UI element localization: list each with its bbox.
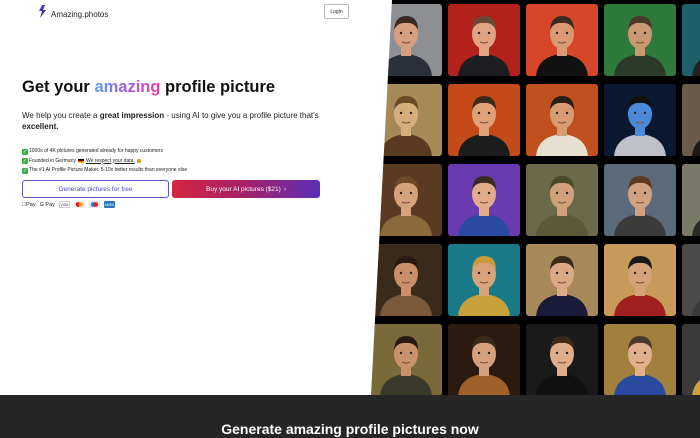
portrait-tile <box>682 324 700 395</box>
logo-icon <box>38 5 47 23</box>
portrait-image <box>682 324 700 395</box>
subline-bold-1: great impression <box>99 111 165 120</box>
portrait-tile <box>526 324 598 395</box>
portrait-tile <box>604 244 676 316</box>
portrait-image <box>682 4 700 76</box>
brand-name: Amazing.photos <box>51 9 109 19</box>
google-pay-icon: G Pay <box>35 201 55 208</box>
chevron-right-icon: › <box>283 185 286 193</box>
portrait-tile <box>682 164 700 236</box>
check-icon: ✓ <box>22 148 28 155</box>
portrait-image <box>604 324 676 395</box>
portrait-image <box>448 164 520 236</box>
portrait-image <box>448 244 520 316</box>
portrait-tile <box>604 164 676 236</box>
feature-item: ✓ 1000s of 4K pictures generated already… <box>22 147 187 157</box>
subline-text-2: - using AI to give you a profile picture… <box>164 111 319 120</box>
portrait-tile <box>526 164 598 236</box>
portrait-image <box>604 244 676 316</box>
portrait-image <box>526 84 598 156</box>
feature-item: ✓ The #1 AI Profile Picture Maker. 5-10x… <box>22 166 187 176</box>
portrait-image <box>370 324 442 395</box>
portrait-gallery <box>360 0 700 395</box>
portrait-image <box>604 84 676 156</box>
portrait-tile <box>370 324 442 395</box>
feature-text: Founded in Germany <box>29 157 76 164</box>
portrait-tile <box>526 4 598 76</box>
payment-methods: Pay G Pay VISA AMEX <box>22 201 115 208</box>
check-icon: ✓ <box>22 158 28 165</box>
lock-icon <box>136 159 141 164</box>
check-icon: ✓ <box>22 167 28 174</box>
mastercard-icon <box>73 201 85 208</box>
portrait-tile <box>448 164 520 236</box>
subline-text-1: We help you create a <box>22 111 100 120</box>
portrait-tile <box>526 244 598 316</box>
headline-highlight: amazing <box>94 78 161 96</box>
portrait-tile <box>682 4 700 76</box>
portrait-tile <box>448 244 520 316</box>
portrait-image <box>682 244 700 316</box>
headline-part-1: Get your <box>22 78 95 96</box>
feature-text: 1000s of 4K pictures generated already f… <box>29 148 163 154</box>
feature-list: ✓ 1000s of 4K pictures generated already… <box>22 147 187 176</box>
page-title: Get your amazing profile picture <box>22 78 275 97</box>
buy-pictures-button[interactable]: Buy your AI pictures ($21) › <box>172 180 320 198</box>
portrait-tile <box>604 324 676 395</box>
portrait-tile <box>604 84 676 156</box>
portrait-tile <box>682 84 700 156</box>
feature-text: The #1 AI Profile Picture Maker. 5-10x b… <box>29 167 188 173</box>
portrait-image <box>526 4 598 76</box>
generate-free-button[interactable]: Generate pictures for free <box>22 180 169 198</box>
portrait-image <box>682 84 700 156</box>
portrait-image <box>526 164 598 236</box>
portrait-tile <box>370 244 442 316</box>
portrait-grid <box>370 4 700 395</box>
portrait-image <box>526 324 598 395</box>
headline-part-2: profile picture <box>160 78 276 96</box>
portrait-image <box>370 244 442 316</box>
portrait-image <box>448 84 520 156</box>
login-button[interactable]: Login <box>324 4 349 19</box>
portrait-tile <box>682 244 700 316</box>
portrait-image <box>448 4 520 76</box>
brand[interactable]: Amazing.photos <box>38 5 108 23</box>
section-title: Generate amazing profile pictures now <box>221 421 479 437</box>
portrait-image <box>604 4 676 76</box>
portrait-tile <box>526 84 598 156</box>
portrait-tile <box>448 84 520 156</box>
portrait-tile <box>604 4 676 76</box>
subline-bold-2: excellent. <box>22 122 59 131</box>
visa-icon: VISA <box>58 201 70 208</box>
portrait-image <box>526 244 598 316</box>
hero-subline: We help you create a great impression - … <box>22 110 322 132</box>
portrait-tile <box>448 324 520 395</box>
buy-button-label: Buy your AI pictures ($21) <box>206 185 281 193</box>
maestro-icon <box>88 201 100 208</box>
germany-flag-icon <box>77 159 84 164</box>
apple-pay-icon: Pay <box>22 201 36 208</box>
hero-panel: Amazing.photos Login Get your amazing pr… <box>0 0 392 395</box>
feature-item: ✓ Founded in Germany We respect your dat… <box>22 157 187 167</box>
portrait-tile <box>448 4 520 76</box>
data-privacy-link[interactable]: We respect your data. <box>86 157 135 167</box>
portrait-image <box>604 164 676 236</box>
portrait-image <box>682 164 700 236</box>
amex-icon: AMEX <box>103 201 115 208</box>
portrait-image <box>448 324 520 395</box>
